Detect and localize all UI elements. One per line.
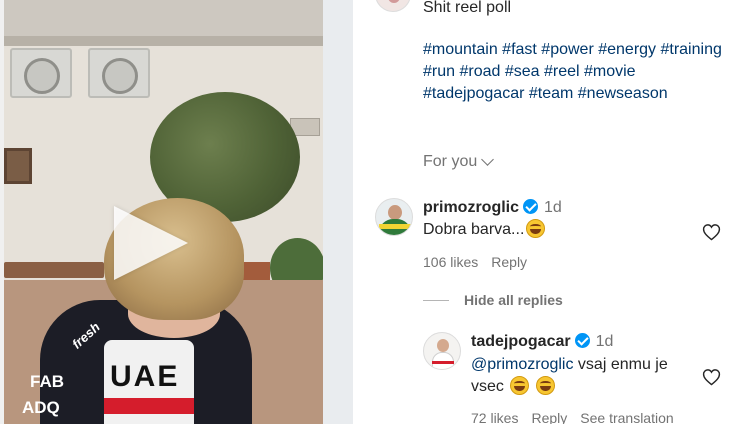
grinning-sweat-emoji (510, 376, 530, 395)
comments-panel: Shit reel poll #mountain #fast #power #e… (353, 0, 736, 424)
see-translation-button[interactable]: See translation (580, 410, 673, 424)
sort-label: For you (423, 153, 478, 170)
reply-mention[interactable]: @primozroglic (471, 356, 573, 373)
comment-username[interactable]: primozroglic (423, 199, 519, 216)
heart-outline-icon[interactable] (702, 368, 721, 386)
caption-hashtags[interactable]: #mountain #fast #power #energy #training… (423, 39, 723, 105)
grinning-sweat-emoji (526, 219, 546, 238)
author-avatar[interactable] (375, 0, 411, 12)
reply-time[interactable]: 1d (596, 333, 614, 350)
reply-username[interactable]: tadejpogacar (471, 333, 571, 350)
caption-title: Shit reel poll (423, 0, 512, 16)
air-conditioner-unit (10, 48, 72, 98)
hide-replies-label: Hide all replies (464, 292, 563, 308)
reply-header: tadejpogacar 1d (471, 333, 613, 351)
video-side-gutter (323, 0, 353, 424)
verified-badge-icon (574, 333, 590, 348)
comment-actions: 106 likes Reply (423, 254, 527, 270)
table (4, 262, 104, 278)
reply-button[interactable]: Reply (491, 254, 527, 270)
comment-time[interactable]: 1d (544, 199, 562, 216)
reply-button[interactable]: Reply (531, 410, 567, 424)
verified-badge-icon (523, 199, 539, 214)
avatar[interactable] (375, 198, 413, 236)
heart-outline-icon[interactable] (702, 223, 721, 241)
reply-text: @primozroglic vsaj enmu je vsec (471, 354, 701, 398)
comment-message: Dobra barva... (423, 221, 525, 238)
play-icon[interactable] (114, 206, 188, 280)
comment-text: Dobra barva... (423, 219, 546, 241)
jersey-logo-fab: FAB (30, 372, 64, 391)
hide-replies-button[interactable]: Hide all replies (423, 292, 563, 308)
divider (423, 299, 449, 301)
jersey-logo-adq: ADQ (22, 398, 60, 417)
jersey-logo-uae: UAE (110, 360, 180, 393)
air-conditioner-unit (88, 48, 150, 98)
window (4, 148, 32, 184)
grinning-sweat-emoji (535, 376, 555, 395)
chevron-down-icon (481, 152, 495, 166)
avatar[interactable] (423, 332, 461, 370)
reel-video[interactable]: UAE FAB ADQ fresh (0, 0, 353, 424)
reply-likes[interactable]: 72 likes (471, 410, 518, 424)
reply-actions: 72 likes Reply See translation (471, 410, 674, 424)
comment-header: primozroglic 1d (423, 199, 562, 217)
comment-likes[interactable]: 106 likes (423, 254, 478, 270)
comment-sort-dropdown[interactable]: For you (423, 152, 495, 171)
